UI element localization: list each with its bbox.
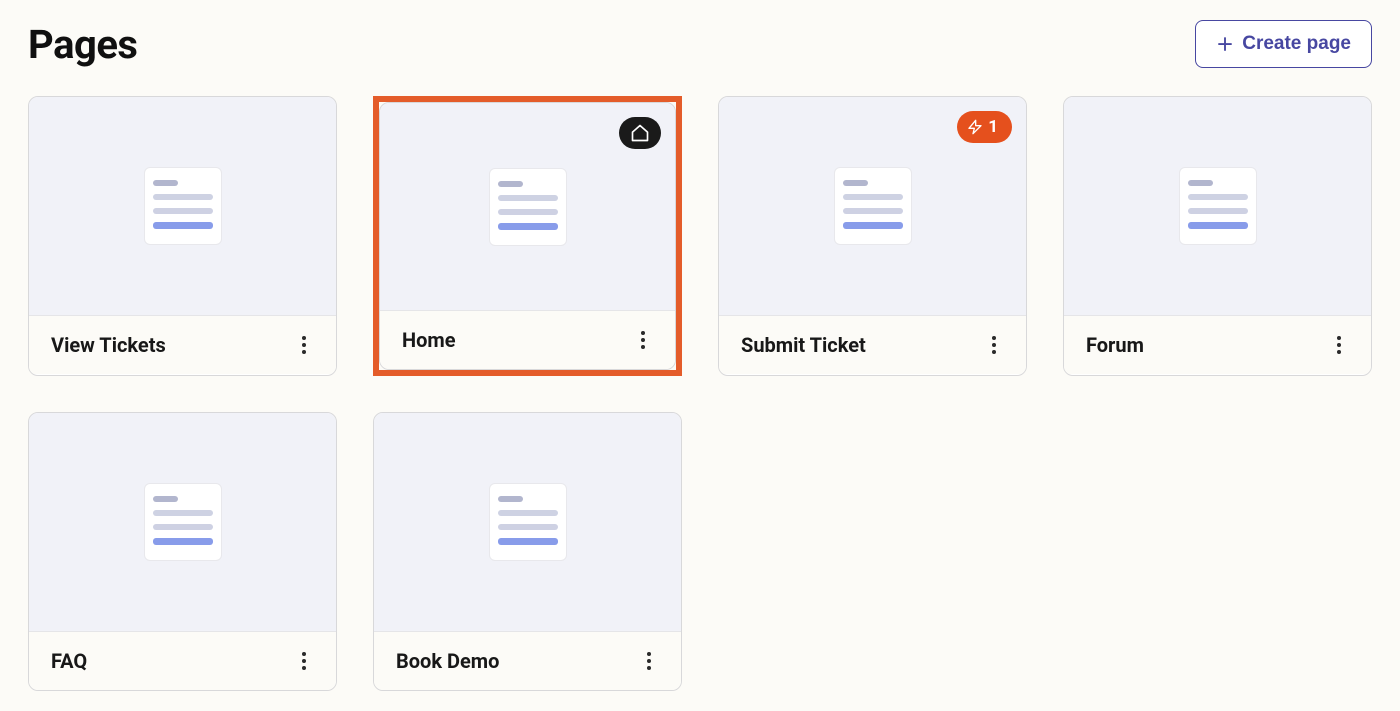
page-thumbnail [489,168,567,246]
page-thumbnail [1179,167,1257,245]
card-title: Book Demo [396,649,499,673]
page-card[interactable]: 1 Submit Ticket [718,96,1027,376]
bolt-icon [967,119,983,135]
more-menu-button[interactable] [294,332,314,358]
card-footer: Home [380,310,675,369]
page-card[interactable]: View Tickets [28,96,337,376]
more-menu-button[interactable] [1329,332,1349,358]
bolt-badge: 1 [957,111,1012,143]
plus-icon [1216,35,1234,53]
card-title: FAQ [51,649,87,673]
more-menu-button[interactable] [633,327,653,353]
card-preview: 1 [719,97,1026,315]
create-page-label: Create page [1242,33,1351,55]
header-row: Pages Create page [28,20,1372,68]
page-card[interactable]: Forum [1063,96,1372,376]
more-vertical-icon [647,652,651,670]
card-preview [374,413,681,631]
more-menu-button[interactable] [294,648,314,674]
home-badge [619,117,661,149]
page-title: Pages [28,21,137,68]
page-card[interactable]: Home [373,96,682,376]
card-title: View Tickets [51,333,166,357]
page-card[interactable]: Book Demo [373,412,682,691]
bolt-count: 1 [988,117,998,137]
more-vertical-icon [992,336,996,354]
page-thumbnail [144,483,222,561]
page-thumbnail [144,167,222,245]
more-vertical-icon [641,331,645,349]
page-card[interactable]: FAQ [28,412,337,691]
card-preview [29,97,336,315]
card-preview [380,103,675,310]
more-vertical-icon [302,336,306,354]
card-footer: Submit Ticket [719,315,1026,374]
card-title: Submit Ticket [741,333,866,357]
pages-grid: View Tickets Home 1 Submit Ticket Forum FAQ Bo… [28,96,1372,691]
card-footer: Book Demo [374,631,681,690]
card-footer: FAQ [29,631,336,690]
more-menu-button[interactable] [984,332,1004,358]
more-vertical-icon [302,652,306,670]
page-thumbnail [834,167,912,245]
more-vertical-icon [1337,336,1341,354]
card-footer: Forum [1064,315,1371,374]
card-preview [1064,97,1371,315]
card-title: Home [402,328,456,352]
home-icon [630,123,650,143]
page-thumbnail [489,483,567,561]
card-preview [29,413,336,631]
card-title: Forum [1086,333,1144,357]
more-menu-button[interactable] [639,648,659,674]
create-page-button[interactable]: Create page [1195,20,1372,68]
card-footer: View Tickets [29,315,336,374]
